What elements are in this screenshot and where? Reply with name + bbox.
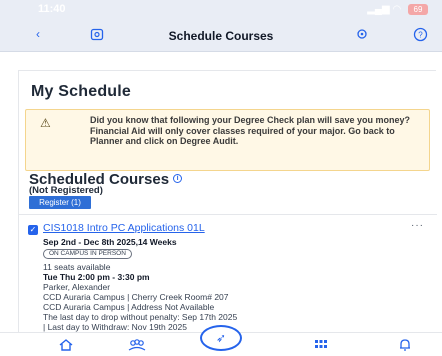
grid-icon[interactable]	[314, 338, 328, 353]
people-icon[interactable]	[128, 338, 146, 355]
register-button[interactable]: Register (1)	[29, 196, 91, 209]
battery-icon: 69	[408, 4, 428, 15]
header-gap	[0, 53, 442, 63]
help-icon[interactable]: ?	[413, 27, 428, 45]
grid-icon-svg	[315, 340, 327, 348]
people-icon-svg	[128, 339, 146, 351]
nav-bar: ‹ Schedule Courses ?	[0, 20, 442, 52]
notice-text: Did you know that following your Degree …	[90, 115, 411, 146]
home-icon[interactable]	[58, 338, 74, 355]
bell-icon[interactable]	[398, 338, 412, 355]
settings-icon[interactable]	[355, 27, 369, 44]
status-bar: 11:40 ▂▄▆ ◠ 69	[0, 0, 442, 20]
settings-icon-svg	[357, 29, 367, 39]
schedule-card: My Schedule ⚠ Did you know that followin…	[18, 70, 437, 340]
svg-text:?: ?	[418, 31, 423, 40]
page-title: My Schedule	[31, 83, 132, 100]
course-instructor: Parker, Alexander	[43, 282, 111, 292]
help-icon-svg: ?	[413, 27, 428, 42]
course-title-link[interactable]: CIS1018 Intro PC Applications 01L	[43, 222, 205, 234]
course-drop-deadline: The last day to drop without penalty: Se…	[43, 312, 238, 322]
not-registered-label: (Not Registered)	[29, 185, 103, 196]
more-options-icon[interactable]: ···	[411, 220, 424, 231]
info-icon[interactable]: i	[173, 174, 183, 183]
signal-icon: ▂▄▆	[367, 4, 390, 16]
bottom-tab-bar: ➶	[0, 325, 442, 356]
course-mode-badge: On Campus In Person	[43, 249, 132, 259]
course-dates: Sep 2nd - Dec 8th 2025,14 Weeks	[43, 237, 177, 247]
home-icon-svg	[59, 339, 73, 351]
course-location-1: CCD Auraria Campus | Cherry Creek Room# …	[43, 292, 229, 302]
course-location-2: CCD Auraria Campus | Address Not Availab…	[43, 302, 215, 312]
course-withdraw-deadline: | Last day to Withdraw: Nov 19th 2025	[43, 322, 187, 332]
wifi-icon: ◠	[392, 4, 402, 16]
course-seats: 11 seats available	[43, 262, 111, 272]
divider	[19, 214, 437, 215]
warning-icon: ⚠	[40, 116, 51, 130]
status-time: 11:40	[38, 3, 66, 15]
financial-aid-notice: ⚠ Did you know that following your Degre…	[25, 109, 430, 171]
course-checkbox[interactable]: ✓	[28, 225, 38, 235]
bell-icon-svg	[400, 339, 410, 351]
rocket-icon[interactable]: ➶	[200, 325, 242, 351]
course-schedule: Tue Thu 2:00 pm - 3:30 pm	[43, 272, 150, 282]
status-icons: ▂▄▆ ◠ 69	[367, 4, 428, 15]
page-header-title: Schedule Courses	[168, 29, 274, 43]
